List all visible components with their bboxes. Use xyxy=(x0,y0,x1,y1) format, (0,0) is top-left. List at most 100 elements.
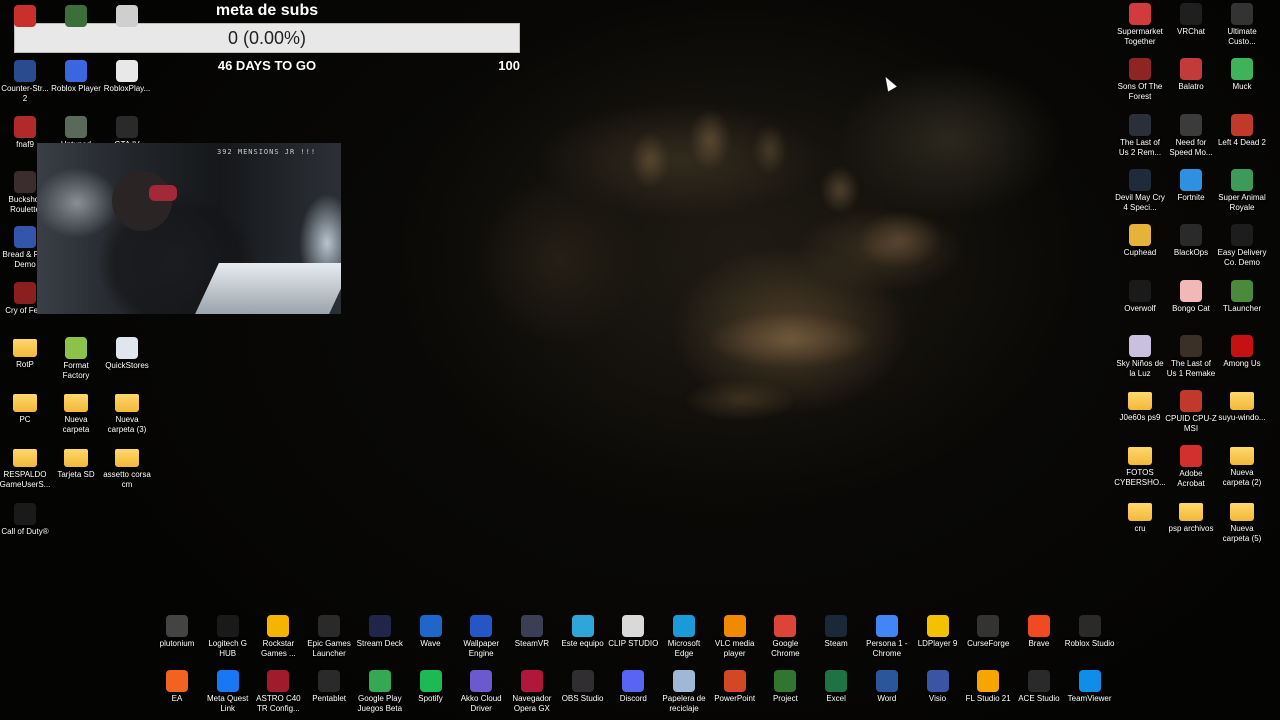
desktop-icon[interactable]: RobloxPlay... xyxy=(101,57,153,94)
desktop-icon[interactable]: Cuphead xyxy=(1114,221,1166,258)
desktop-icon[interactable]: Meta Quest Link xyxy=(202,667,254,714)
desktop-icon[interactable]: Nueva carpeta (5) xyxy=(1216,498,1268,544)
desktop-icon[interactable]: Wallpaper Engine xyxy=(455,612,507,659)
app-icon xyxy=(14,5,36,27)
desktop-icon[interactable]: Bongo Cat xyxy=(1165,277,1217,314)
desktop-icon[interactable]: Brave xyxy=(1013,612,1065,649)
desktop-icon[interactable]: TeamViewer xyxy=(1064,667,1116,704)
desktop-icon[interactable]: PowerPoint xyxy=(709,667,761,704)
desktop-icon[interactable]: Nueva carpeta xyxy=(50,389,102,435)
desktop-icon[interactable]: The Last of Us 1 Remake xyxy=(1165,332,1217,379)
desktop-icon[interactable]: VLC media player xyxy=(709,612,761,659)
desktop-icon[interactable]: Spotify xyxy=(405,667,457,704)
desktop-icon[interactable]: Logitech G HUB xyxy=(202,612,254,659)
desktop-icon[interactable]: VRChat xyxy=(1165,0,1217,37)
desktop-icon[interactable]: BlackOps xyxy=(1165,221,1217,258)
astro-icon xyxy=(267,670,290,692)
fnaf-icon xyxy=(14,115,36,138)
desktop-icon[interactable]: Among Us xyxy=(1216,332,1268,369)
desktop-icon[interactable]: Need for Speed Mo... xyxy=(1165,111,1217,158)
desktop-icon[interactable]: Nueva carpeta (3) xyxy=(101,389,153,435)
desktop-icon[interactable]: QuickStores xyxy=(101,334,153,371)
desktop-icon-label: FL Studio 21 xyxy=(965,694,1011,703)
desktop-icon[interactable]: Epic Games Launcher xyxy=(303,612,355,659)
desktop-icon[interactable]: Project xyxy=(759,667,811,704)
desktop-icon[interactable]: CurseForge xyxy=(962,612,1014,649)
desktop-icon-label: plutonium xyxy=(159,639,195,648)
desktop-icon[interactable]: Persona 1 - Chrome xyxy=(861,612,913,659)
desktop-icon[interactable]: Counter-Str... 2 xyxy=(0,57,51,104)
desktop-icon[interactable]: LDPlayer 9 xyxy=(912,612,964,649)
desktop-icon[interactable]: Discord xyxy=(607,667,659,704)
desktop-icon[interactable]: EA xyxy=(151,667,203,704)
desktop-icon[interactable]: Papelera de reciclaje xyxy=(658,667,710,714)
desktop-icon[interactable]: Super Animal Royale xyxy=(1216,166,1268,213)
desktop-icon[interactable]: Pentablet xyxy=(303,667,355,704)
desktop-icon[interactable]: Roblox Studio xyxy=(1064,612,1116,649)
desktop-icon[interactable]: OBS Studio xyxy=(557,667,609,704)
desktop-icon[interactable]: RESPALDO GameUserS... xyxy=(0,444,51,490)
buckshot-icon xyxy=(14,170,36,193)
desktop-icon[interactable]: TLauncher xyxy=(1216,277,1268,314)
desktop-icon[interactable]: Microsoft Edge xyxy=(658,612,710,659)
desktop-icon[interactable]: Sky Niños de la Luz xyxy=(1114,332,1166,379)
desktop-icon[interactable]: Balatro xyxy=(1165,55,1217,92)
desktop-icon[interactable]: cru xyxy=(1114,498,1166,534)
desktop-icon[interactable]: Supermarket Together xyxy=(1114,0,1166,47)
desktop-icon[interactable]: Sons Of The Forest xyxy=(1114,55,1166,102)
folder-icon xyxy=(13,394,37,413)
desktop-icon[interactable] xyxy=(101,2,153,29)
desktop-icon[interactable]: Nueva carpeta (2) xyxy=(1216,442,1268,488)
desktop-icon[interactable]: Este equipo xyxy=(557,612,609,649)
desktop-icon[interactable]: Fortnite xyxy=(1165,166,1217,203)
desktop-icon-label: Discord xyxy=(619,694,647,703)
desktop-icon[interactable]: Google Play Juegos Beta xyxy=(354,667,406,714)
desktop-icon[interactable]: Muck xyxy=(1216,55,1268,92)
desktop-icon[interactable]: Adobe Acrobat xyxy=(1165,442,1217,489)
desktop-icon[interactable]: Navegador Opera GX xyxy=(506,667,558,714)
tlou2-icon xyxy=(1129,113,1151,136)
desktop-icon[interactable] xyxy=(50,2,102,29)
desktop-icon[interactable]: RotP xyxy=(0,334,51,370)
desktop-icon-label: Nueva carpeta xyxy=(62,415,90,435)
webcam-desk xyxy=(195,263,341,314)
cpuz-icon xyxy=(1180,390,1202,413)
desktop-icon-label: RESPALDO GameUserS... xyxy=(0,470,51,490)
desktop-icon[interactable]: Word xyxy=(861,667,913,704)
desktop-icon[interactable]: Google Chrome xyxy=(759,612,811,659)
desktop-icon[interactable]: FOTOS CYBERSHO... xyxy=(1114,442,1166,488)
desktop-icon[interactable]: Easy Delivery Co. Demo xyxy=(1216,221,1268,268)
desktop-icon[interactable]: CPUID CPU-Z MSI xyxy=(1165,387,1217,434)
desktop-icon[interactable]: Steam xyxy=(810,612,862,649)
desktop-icon[interactable]: assetto corsa cm xyxy=(101,444,153,490)
desktop-icon[interactable]: plutonium xyxy=(151,612,203,649)
desktop-icon[interactable]: Left 4 Dead 2 xyxy=(1216,111,1268,148)
desktop-icon[interactable]: Overwolf xyxy=(1114,277,1166,314)
desktop-icon[interactable]: J0e60s ps9 xyxy=(1114,387,1166,423)
desktop-icon[interactable]: SteamVR xyxy=(506,612,558,649)
desktop-icon[interactable]: Ultimate Custo... xyxy=(1216,0,1268,47)
desktop-icon[interactable]: Tarjeta SD xyxy=(50,444,102,480)
desktop-icon[interactable]: Call of Duty® xyxy=(0,500,51,537)
desktop-icon[interactable]: psp archivos xyxy=(1165,498,1217,534)
desktop-icon[interactable] xyxy=(0,2,51,29)
desktop-icon[interactable]: ASTRO C40 TR Config... xyxy=(252,667,304,714)
desktop-icon[interactable]: The Last of Us 2 Rem... xyxy=(1114,111,1166,158)
desktop-icon[interactable]: Excel xyxy=(810,667,862,704)
desktop-icon[interactable]: suyu-windo... xyxy=(1216,387,1268,423)
desktop-icon[interactable]: Rockstar Games ... xyxy=(252,612,304,659)
desktop-icon[interactable]: Visio xyxy=(912,667,964,704)
desktop-icon[interactable]: CLIP STUDIO xyxy=(607,612,659,649)
desktop-icon[interactable]: PC xyxy=(0,389,51,425)
desktop-icon[interactable]: ACE Studio xyxy=(1013,667,1065,704)
folder-icon xyxy=(13,338,37,357)
desktop-icon[interactable]: Format Factory xyxy=(50,334,102,381)
desktop-icon[interactable]: Wave xyxy=(405,612,457,649)
desktop-icon[interactable]: Akko Cloud Driver xyxy=(455,667,507,714)
desktop-icon-label: Overwolf xyxy=(1124,303,1156,313)
desktop-icon[interactable]: Stream Deck xyxy=(354,612,406,649)
desktop-icon-label: Papelera de reciclaje xyxy=(662,694,706,713)
desktop-icon[interactable]: FL Studio 21 xyxy=(962,667,1014,704)
desktop-icon[interactable]: Roblox Player xyxy=(50,57,102,94)
desktop-icon[interactable]: Devil May Cry 4 Speci... xyxy=(1114,166,1166,213)
